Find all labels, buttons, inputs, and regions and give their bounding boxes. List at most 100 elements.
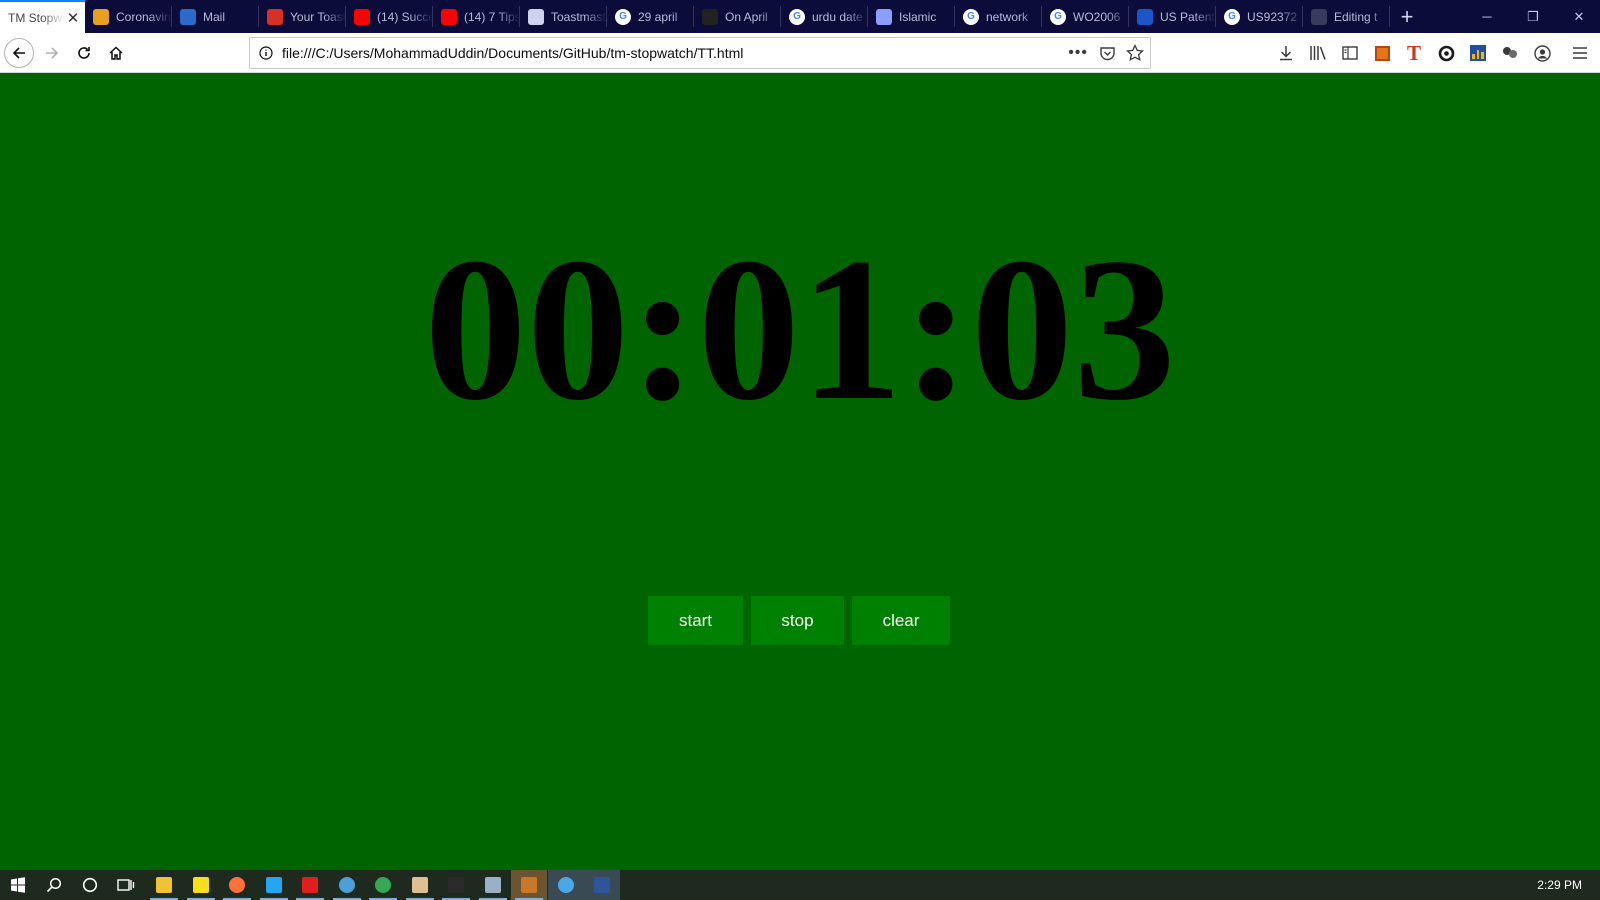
browser-tab[interactable]: Editing t xyxy=(1303,0,1390,33)
browser-tab[interactable]: Your Toastmasters xyxy=(259,0,346,33)
taskbar-app[interactable] xyxy=(365,870,401,900)
windows-taskbar: 2:29 PM xyxy=(0,870,1600,900)
reload-button[interactable] xyxy=(70,39,98,67)
browser-tab[interactable]: Islamic xyxy=(868,0,955,33)
taskbar-app[interactable] xyxy=(146,870,182,900)
pocket-icon[interactable] xyxy=(1099,45,1116,67)
url-text[interactable]: file:///C:/Users/MohammadUddin/Documents… xyxy=(282,45,743,61)
page-actions-icon[interactable]: ••• xyxy=(1068,44,1088,62)
stopwatch-display: 00:01:03 xyxy=(424,216,1176,443)
clear-button[interactable]: clear xyxy=(852,596,950,645)
cortana-circle-icon xyxy=(82,877,98,893)
youtube-icon xyxy=(441,8,457,25)
browser-tab[interactable]: (14) Success xyxy=(346,0,433,33)
menu-icon[interactable] xyxy=(1570,43,1590,63)
sidebar-icon[interactable] xyxy=(1340,43,1360,63)
home-button[interactable] xyxy=(102,39,130,67)
firefox-icon xyxy=(229,877,245,893)
tab-label: Toastmasters xyxy=(551,9,607,24)
back-button[interactable] xyxy=(4,38,34,68)
extension-orange-icon[interactable] xyxy=(1372,43,1392,63)
chrome-icon xyxy=(375,877,391,893)
restore-button[interactable]: ❐ xyxy=(1510,0,1556,33)
terminal-icon xyxy=(448,877,464,893)
tab-label: 29 april xyxy=(638,9,678,24)
tab-label: On April xyxy=(725,9,768,24)
forward-arrow-icon xyxy=(46,47,59,59)
start-button[interactable]: start xyxy=(648,596,743,645)
taskbar-app[interactable] xyxy=(256,870,292,900)
bookmark-star-icon[interactable] xyxy=(1126,43,1144,67)
home-icon xyxy=(109,46,123,60)
globe-app-icon xyxy=(557,877,574,893)
tab-label: US92372 xyxy=(1247,9,1298,24)
browser-tab[interactable]: Mail xyxy=(172,0,259,33)
browser-tab[interactable]: G US92372 xyxy=(1216,0,1303,33)
browser-tab[interactable]: G 29 april xyxy=(607,0,694,33)
search-icon xyxy=(46,877,62,893)
account-icon[interactable] xyxy=(1532,43,1552,63)
site-icon xyxy=(702,8,718,25)
tab-label: Mail xyxy=(203,9,226,24)
taskbar-clock[interactable]: 2:29 PM xyxy=(1537,878,1582,892)
taskbar-app[interactable] xyxy=(438,870,474,900)
browser-tab[interactable]: US Patent xyxy=(1129,0,1216,33)
minimize-button[interactable]: ─ xyxy=(1464,0,1510,33)
start-menu-button[interactable] xyxy=(0,870,36,900)
extension-chart-icon[interactable] xyxy=(1468,43,1488,63)
taskbar-app[interactable] xyxy=(183,870,219,900)
tab-label: Your Toastmasters xyxy=(290,9,346,24)
tab-strip: TM Stopwatch✕CoronavirusMailYour Toastma… xyxy=(0,0,1600,33)
close-window-button[interactable]: ✕ xyxy=(1556,0,1600,33)
info-icon[interactable] xyxy=(256,43,276,63)
downloads-icon[interactable] xyxy=(1276,43,1296,63)
sticky-notes-icon xyxy=(192,877,209,893)
tab-label: TM Stopwatch xyxy=(8,10,65,25)
browser-tab[interactable]: Toastmasters xyxy=(520,0,607,33)
gmail-icon xyxy=(267,8,283,25)
new-tab-button[interactable]: + xyxy=(1390,0,1424,33)
close-tab-icon[interactable]: ✕ xyxy=(65,9,81,27)
cortana-button[interactable] xyxy=(72,870,108,900)
tab-label: (14) 7 Tips xyxy=(464,9,520,24)
back-arrow-icon xyxy=(12,47,25,59)
acrobat-icon xyxy=(302,877,318,893)
taskbar-app[interactable] xyxy=(292,870,328,900)
browser-tab[interactable]: G WO2006 xyxy=(1042,0,1129,33)
windows-logo-icon xyxy=(11,877,25,893)
browser-tab[interactable]: Gurdu date xyxy=(781,0,868,33)
taskbar-app[interactable] xyxy=(475,870,511,900)
search-button[interactable] xyxy=(36,870,72,900)
taskbar-app[interactable] xyxy=(329,870,365,900)
library-icon[interactable] xyxy=(1308,43,1328,63)
extension-people-icon[interactable] xyxy=(1500,43,1520,63)
extension-t-icon[interactable]: T xyxy=(1404,41,1424,65)
taskbar-app[interactable] xyxy=(547,870,584,900)
extension-ring-icon[interactable] xyxy=(1436,43,1456,63)
task-view-button[interactable] xyxy=(108,870,144,900)
blank-icon xyxy=(1311,8,1327,25)
link-icon xyxy=(876,8,892,25)
taskbar-app[interactable] xyxy=(402,870,438,900)
tab-label: urdu date xyxy=(812,9,863,24)
taskbar-app[interactable] xyxy=(584,870,620,900)
browser-tab[interactable]: (14) 7 Tips xyxy=(433,0,520,33)
taskbar-app[interactable] xyxy=(511,870,547,900)
google-icon: G xyxy=(963,8,979,25)
browser-tab[interactable]: On April xyxy=(694,0,781,33)
paint-icon xyxy=(411,877,428,893)
taskbar-app[interactable] xyxy=(219,870,255,900)
youtube-icon xyxy=(354,8,370,25)
news-icon xyxy=(93,8,109,25)
url-bar[interactable]: file:///C:/Users/MohammadUddin/Documents… xyxy=(249,37,1151,69)
forward-button[interactable] xyxy=(38,39,66,67)
file-explorer-icon xyxy=(156,877,172,893)
tab-label: Editing t xyxy=(1334,9,1378,24)
stop-button[interactable]: stop xyxy=(751,596,844,645)
tab-label: WO2006 xyxy=(1073,9,1121,24)
app-icon xyxy=(484,877,501,893)
browser-tab[interactable]: Coronavirus xyxy=(85,0,172,33)
j-icon xyxy=(1137,8,1153,25)
browser-tab[interactable]: TM Stopwatch✕ xyxy=(0,0,85,33)
browser-tab[interactable]: Gnetwork xyxy=(955,0,1042,33)
